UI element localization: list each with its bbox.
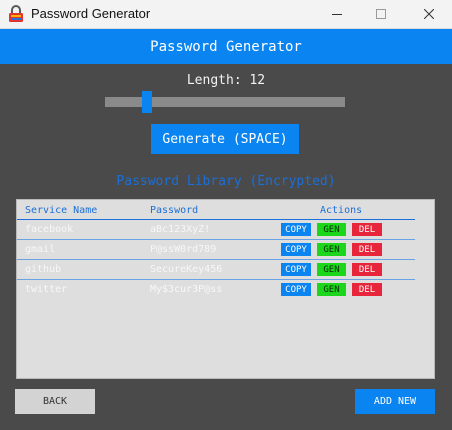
copy-button[interactable]: COPY [281,283,311,296]
column-header-actions: Actions [320,205,363,216]
service-name: facebook [25,224,74,235]
table-row: twitter My$3cur3P@ss COPY GEN DEL [17,280,415,300]
copy-button[interactable]: COPY [281,263,311,276]
library-title: Password Library (Encrypted) [116,174,336,189]
delete-button[interactable]: DEL [352,283,382,296]
header-title: Password Generator [150,38,302,55]
window-title: Password Generator [31,6,151,21]
gen-button[interactable]: GEN [317,243,346,256]
close-icon[interactable] [406,0,452,28]
length-slider-thumb[interactable] [142,91,152,113]
copy-button[interactable]: COPY [281,223,311,236]
generate-button-label: Generate (SPACE) [162,131,288,147]
gen-button[interactable]: GEN [317,223,346,236]
table-row: gmail P@ssW0rd789 COPY GEN DEL [17,240,415,260]
gen-button[interactable]: GEN [317,263,346,276]
length-slider-track[interactable] [105,97,345,107]
generate-button[interactable]: Generate (SPACE) [151,124,299,154]
delete-button[interactable]: DEL [352,243,382,256]
table-row: github SecureKey456 COPY GEN DEL [17,260,415,280]
password-value: aBc123XyZ! [150,224,211,235]
length-label: Length: 12 [186,73,266,88]
maximize-icon[interactable] [358,0,404,28]
service-name: gmail [25,244,56,255]
delete-button[interactable]: DEL [352,263,382,276]
column-header-password: Password [150,205,199,216]
password-value: My$3cur3P@ss [150,284,223,295]
back-button-label: BACK [42,396,68,407]
window-titlebar: Password Generator [0,0,452,29]
gen-button[interactable]: GEN [317,283,346,296]
password-value: P@ssW0rd789 [150,244,217,255]
add-new-button[interactable]: ADD NEW [355,389,435,414]
minimize-icon[interactable] [314,0,360,28]
column-header-service: Service Name [25,205,98,216]
service-name: twitter [25,284,68,295]
service-name: github [25,264,62,275]
copy-button[interactable]: COPY [281,243,311,256]
app-header: Password Generator [0,29,452,64]
add-new-button-label: ADD NEW [373,396,417,407]
password-table: Service Name Password Actions facebook a… [16,199,435,379]
back-button[interactable]: BACK [15,389,95,414]
password-value: SecureKey456 [150,264,223,275]
table-row: facebook aBc123XyZ! COPY GEN DEL [17,220,415,240]
lock-icon [8,5,24,23]
delete-button[interactable]: DEL [352,223,382,236]
